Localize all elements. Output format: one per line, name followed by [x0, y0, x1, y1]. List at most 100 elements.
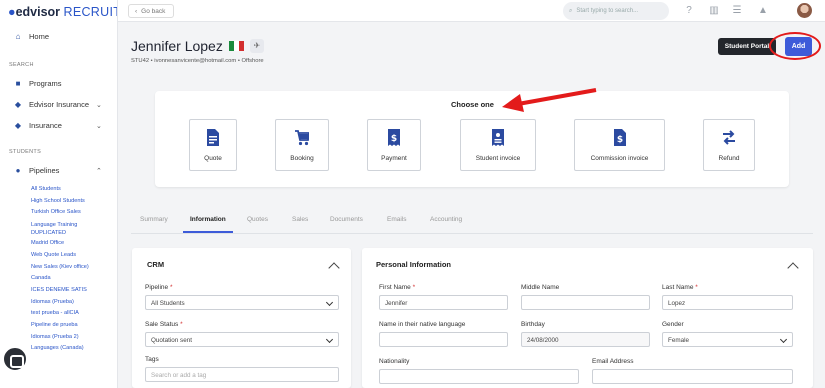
chevron-up-icon: ⌃ [96, 167, 102, 175]
tab-sales[interactable]: Sales [292, 216, 308, 223]
search-icon: ⌕ [569, 7, 573, 14]
bell-icon[interactable]: ▲ [758, 5, 768, 16]
birthday-field[interactable]: 24/08/2000 [521, 332, 650, 347]
pipeline-link[interactable]: Canada [31, 273, 115, 285]
chevron-down-icon: ⌄ [96, 101, 102, 109]
native-name-label: Name in their native language [379, 321, 466, 328]
option-student-invoice[interactable]: Student invoice [460, 119, 536, 171]
tab-documents[interactable]: Documents [330, 216, 363, 223]
sale-status-select[interactable]: Quotation sent [145, 332, 339, 347]
dollar-document-icon: $ [613, 129, 626, 146]
tags-label: Tags [145, 356, 159, 363]
tab-emails[interactable]: Emails [387, 216, 407, 223]
shield-icon: ◆ [14, 120, 22, 130]
app-logo[interactable]: ●edvisor RECRUIT [8, 5, 117, 19]
users-icon: ● [15, 165, 21, 175]
cart-icon [295, 130, 309, 146]
tab-accounting[interactable]: Accounting [430, 216, 462, 223]
pipeline-select[interactable]: All Students [145, 295, 339, 310]
pipeline-label: Pipeline * [145, 284, 173, 291]
option-commission-invoice[interactable]: $ Commission invoice [574, 119, 665, 171]
tags-input[interactable]: Search or add a tag [145, 367, 339, 382]
personal-info-card: Personal Information First Name * Jennif… [362, 248, 813, 388]
chevron-up-icon[interactable] [787, 262, 799, 274]
svg-text:$: $ [391, 134, 397, 144]
page-title: Jennifer Lopez ✈ [131, 38, 264, 54]
option-refund[interactable]: Refund [703, 119, 755, 171]
active-tab-indicator [183, 231, 233, 233]
dollar-receipt-icon: $ [388, 129, 400, 146]
pipeline-link[interactable]: DUPLICATED [31, 229, 115, 238]
first-name-field[interactable]: Jennifer [379, 295, 508, 310]
student-subtitle: STU42 • ivonnesanvicente@hotmail.com • O… [131, 58, 264, 64]
pipeline-link[interactable]: Web Quote Leads [31, 250, 115, 262]
pipeline-link[interactable]: Madrid Office [31, 238, 115, 250]
middle-name-field[interactable] [521, 295, 650, 310]
crm-card: CRM Pipeline * All Students Sale Status … [132, 248, 351, 388]
choose-one-title: Choose one [451, 100, 494, 109]
personal-info-title: Personal Information [376, 260, 452, 269]
shield-icon: ◆ [14, 99, 22, 109]
chevron-down-icon: ⌄ [96, 122, 102, 130]
native-name-field[interactable] [379, 332, 508, 347]
sidebar-heading-search: SEARCH [9, 62, 34, 68]
last-name-label: Last Name * [662, 284, 698, 291]
option-payment[interactable]: $ Payment [367, 119, 421, 171]
document-icon [207, 129, 219, 146]
gender-select[interactable]: Female [662, 332, 793, 347]
search-input[interactable]: ⌕ Start typing to search... [563, 2, 669, 20]
go-back-button[interactable]: ‹ Go back [128, 4, 174, 18]
pipeline-link[interactable]: Idiomas (Prueba) [31, 297, 115, 309]
nationality-field[interactable] [379, 369, 579, 384]
sidebar-item-edvisor-insurance[interactable]: ◆ Edvisor Insurance ⌄ [14, 100, 114, 109]
pipeline-link[interactable]: All Students [31, 184, 115, 196]
crm-title: CRM [147, 260, 165, 269]
pipeline-link[interactable]: New Sales (Kiev office) [31, 262, 115, 274]
tab-summary[interactable]: Summary [140, 216, 168, 223]
pipeline-link[interactable]: ICES DENEME SATIS [31, 285, 115, 297]
annotation-arrow [502, 88, 597, 112]
chat-icon[interactable] [2, 346, 28, 372]
email-field[interactable] [592, 369, 793, 384]
sidebar-item-programs[interactable]: ■ Programs [14, 79, 62, 88]
sale-status-label: Sale Status * [145, 321, 183, 328]
option-quote[interactable]: Quote [189, 119, 237, 171]
pipeline-link[interactable]: test prueba - allCIA [31, 308, 115, 320]
svg-text:$: $ [616, 135, 622, 145]
chevron-up-icon[interactable] [328, 262, 340, 274]
pipeline-link[interactable]: Turkish Office Sales [31, 207, 115, 219]
sidebar-item-pipelines[interactable]: ● Pipelines ⌃ [14, 166, 114, 175]
help-icon[interactable]: ? [684, 5, 694, 16]
chevron-left-icon: ‹ [135, 7, 138, 15]
pipeline-link[interactable]: High School Students [31, 196, 115, 208]
programs-icon: ■ [15, 78, 21, 88]
home-icon: ⌂ [15, 31, 21, 41]
building-icon[interactable]: ▥ [709, 5, 719, 16]
option-booking[interactable]: Booking [275, 119, 329, 171]
email-label: Email Address [592, 358, 634, 365]
tab-divider [131, 233, 813, 234]
tab-information[interactable]: Information [190, 216, 226, 223]
pipeline-link[interactable]: Idiomas (Prueba 2) [31, 332, 115, 344]
sidebar-heading-students: STUDENTS [9, 149, 42, 155]
tab-quotes[interactable]: Quotes [247, 216, 268, 223]
last-name-field[interactable]: Lopez [662, 295, 793, 310]
top-bar: ‹ Go back ⌕ Start typing to search... ? ▥ … [118, 0, 825, 22]
pipeline-link[interactable]: Languages (Canada) [31, 343, 115, 355]
avatar[interactable] [797, 3, 812, 18]
task-list-icon[interactable]: ☰ [732, 5, 742, 16]
first-name-label: First Name * [379, 284, 416, 291]
invoice-icon [492, 129, 504, 146]
pipeline-list: All Students High School Students Turkis… [31, 184, 115, 355]
pipeline-link[interactable]: Pipeline de prueba [31, 320, 115, 332]
exchange-arrows-icon [723, 130, 735, 145]
pipeline-link[interactable]: Language Training [31, 221, 115, 229]
student-portal-button[interactable]: Student Portal [718, 38, 776, 55]
birthday-label: Birthday [521, 321, 545, 328]
nationality-label: Nationality [379, 358, 410, 365]
sidebar-item-home[interactable]: ⌂ Home [14, 32, 49, 41]
choose-one-panel: Choose one Quote Booking $ Payment Stude… [155, 91, 789, 187]
sidebar-item-insurance[interactable]: ◆ Insurance ⌄ [14, 121, 114, 130]
sidebar: ●edvisor RECRUIT ⌂ Home SEARCH ■ Programs … [0, 0, 118, 388]
plane-icon[interactable]: ✈ [249, 39, 264, 53]
